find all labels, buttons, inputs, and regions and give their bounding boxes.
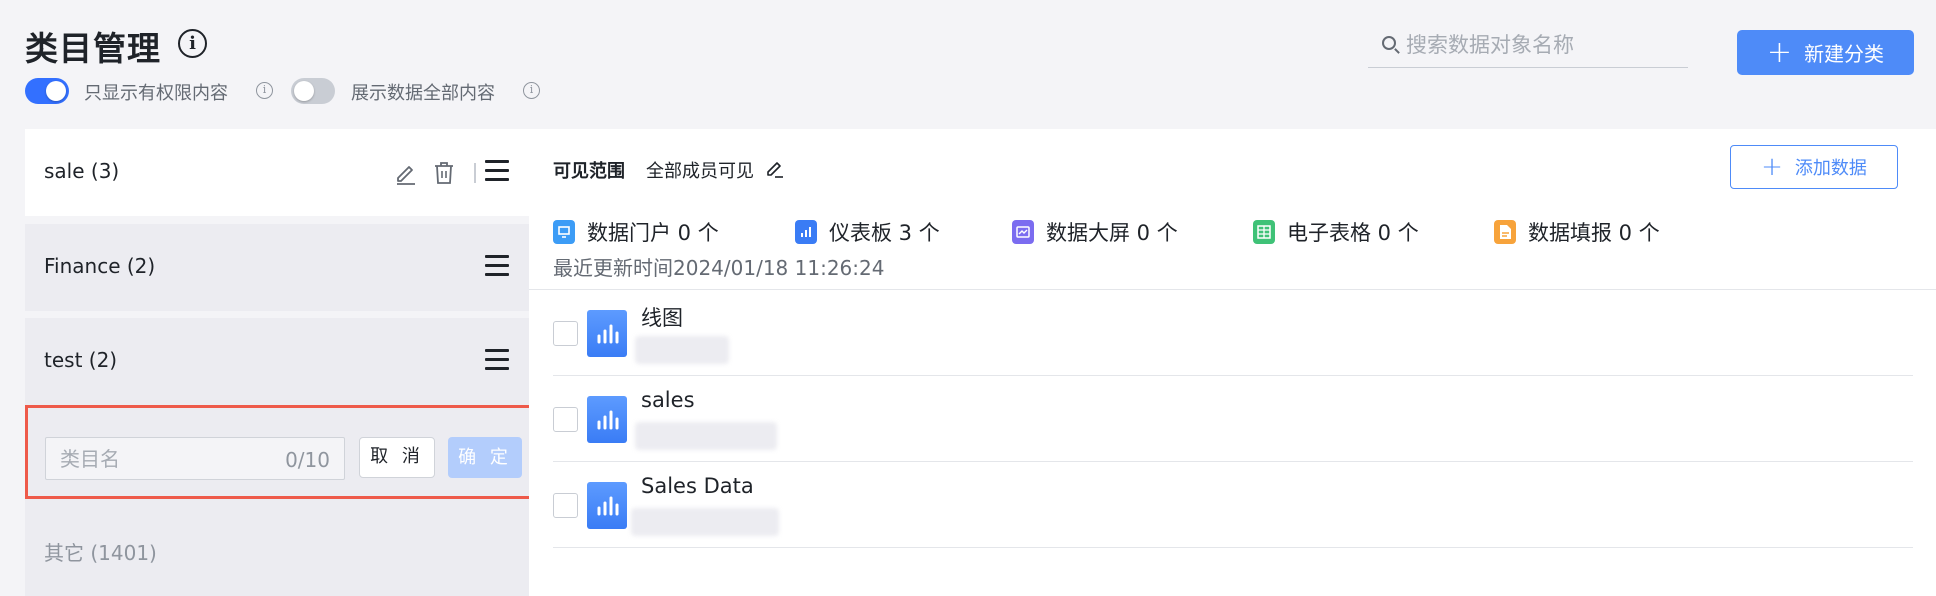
category-label: test (2) xyxy=(44,348,118,372)
info-icon[interactable]: i xyxy=(178,29,207,58)
category-sidebar: sale (3) Finance (2) test (2) 0/10 取 消 确… xyxy=(25,129,533,596)
add-data-button[interactable]: + 添加数据 xyxy=(1730,145,1898,189)
edit-visibility-icon[interactable] xyxy=(765,158,785,178)
search-icon xyxy=(1382,36,1396,50)
show-all-label: 展示数据全部内容 xyxy=(351,83,495,104)
row-title[interactable]: sales xyxy=(641,388,695,412)
show-all-info-icon[interactable]: i xyxy=(523,82,540,99)
visibility-label: 可见范围 xyxy=(553,161,625,182)
category-detail-panel: 可见范围 全部成员可见 + 添加数据 数据门户 0 个 仪表板 3 个 数据大屏… xyxy=(529,129,1936,596)
blurred-description xyxy=(635,336,729,364)
list-item[interactable]: 线图 xyxy=(553,290,1913,376)
row-checkbox[interactable] xyxy=(553,321,578,346)
add-data-label: 添加数据 xyxy=(1794,158,1867,179)
add-category-form: 0/10 取 消 确 定 xyxy=(25,405,533,499)
cancel-button[interactable]: 取 消 xyxy=(359,437,435,478)
dashboard-icon xyxy=(795,220,817,244)
trash-icon[interactable] xyxy=(433,161,455,185)
category-name-input[interactable] xyxy=(60,444,260,474)
list-item[interactable]: sales xyxy=(553,376,1913,462)
stat-label: 仪表板 3 个 xyxy=(829,221,940,245)
stat-portal: 数据门户 0 个 xyxy=(553,217,719,247)
dashboard-icon xyxy=(587,482,627,529)
big-screen-icon xyxy=(1012,220,1034,244)
stat-spreadsheet: 电子表格 0 个 xyxy=(1253,217,1419,247)
stat-label: 电子表格 0 个 xyxy=(1287,221,1419,245)
permission-info-icon[interactable]: i xyxy=(256,82,273,99)
stat-label: 数据填报 0 个 xyxy=(1528,221,1660,245)
category-item-finance[interactable]: Finance (2) xyxy=(25,224,529,311)
search-box xyxy=(1368,24,1688,68)
new-category-button[interactable]: + 新建分类 xyxy=(1737,30,1914,75)
permission-only-toggle[interactable] xyxy=(25,78,69,104)
plus-icon: + xyxy=(1761,152,1783,182)
category-label: sale (3) xyxy=(44,159,120,183)
category-item-test[interactable]: test (2) xyxy=(25,318,529,405)
new-category-label: 新建分类 xyxy=(1804,42,1885,66)
stat-dashboard: 仪表板 3 个 xyxy=(795,217,940,247)
category-item-sale[interactable]: sale (3) xyxy=(25,129,529,216)
blurred-description xyxy=(631,508,779,536)
row-checkbox[interactable] xyxy=(553,493,578,518)
list-item[interactable]: Sales Data xyxy=(553,462,1913,548)
page-title: 类目管理 xyxy=(25,29,161,68)
drag-handle-icon[interactable] xyxy=(485,160,509,182)
stat-big-screen: 数据大屏 0 个 xyxy=(1012,217,1178,247)
toggle-knob xyxy=(46,81,66,101)
toggle-knob xyxy=(294,81,314,101)
plus-icon: + xyxy=(1766,34,1793,70)
search-input[interactable] xyxy=(1406,28,1676,62)
divider xyxy=(474,163,476,183)
stat-label: 数据大屏 0 个 xyxy=(1046,221,1178,245)
char-counter: 0/10 xyxy=(285,448,330,472)
stat-label: 数据门户 0 个 xyxy=(587,221,719,245)
last-updated: 最近更新时间2024/01/18 11:26:24 xyxy=(553,256,885,280)
stat-data-entry: 数据填报 0 个 xyxy=(1494,217,1660,247)
category-label: 其它 (1401) xyxy=(44,541,157,565)
show-all-toggle[interactable] xyxy=(291,78,335,104)
portal-icon xyxy=(553,220,575,244)
row-title[interactable]: Sales Data xyxy=(641,474,754,498)
dashboard-icon xyxy=(587,396,627,443)
data-entry-icon xyxy=(1494,220,1516,244)
drag-handle-icon[interactable] xyxy=(485,255,509,277)
permission-only-label: 只显示有权限内容 xyxy=(84,83,228,104)
row-title[interactable]: 线图 xyxy=(641,302,683,332)
drag-handle-icon[interactable] xyxy=(485,349,509,371)
confirm-button[interactable]: 确 定 xyxy=(448,437,522,478)
visibility-value: 全部成员可见 xyxy=(646,161,754,182)
category-label: Finance (2) xyxy=(44,254,156,278)
blurred-description xyxy=(635,422,777,450)
edit-icon[interactable] xyxy=(394,161,418,185)
category-name-field: 0/10 xyxy=(45,437,345,480)
spreadsheet-icon xyxy=(1253,220,1275,244)
dashboard-icon xyxy=(587,310,627,357)
row-checkbox[interactable] xyxy=(553,407,578,432)
category-item-other[interactable]: 其它 (1401) xyxy=(25,499,529,596)
